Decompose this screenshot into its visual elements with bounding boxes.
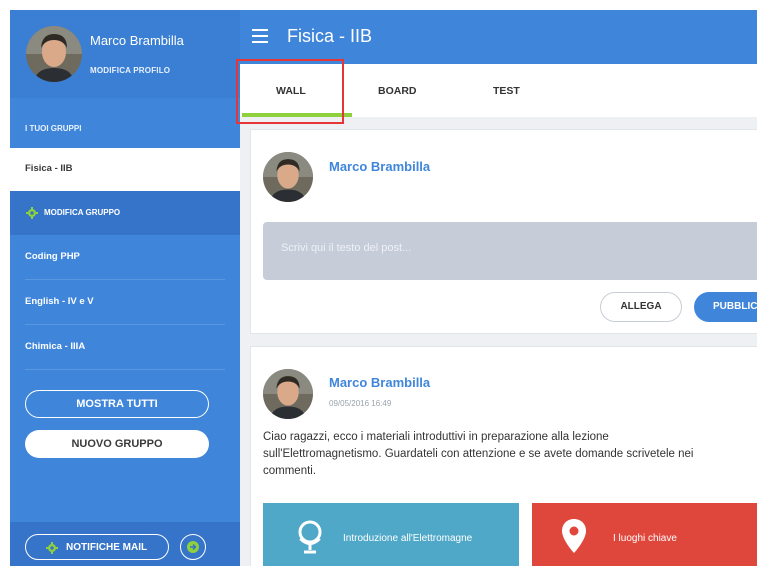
profile-name: Marco Brambilla xyxy=(90,33,184,48)
top-bar: Fisica - IIB xyxy=(240,10,757,64)
sidebar-footer: NOTIFICHE MAIL xyxy=(10,522,240,566)
post-author-name[interactable]: Marco Brambilla xyxy=(329,375,430,390)
attachment-card[interactable]: Introduzione all'Elettromagne xyxy=(263,503,519,566)
tab-test[interactable]: TEST xyxy=(493,85,520,97)
post-composer: Marco Brambilla Scrivi qui il testo del … xyxy=(250,129,757,334)
composer-author-name[interactable]: Marco Brambilla xyxy=(329,159,430,174)
post-text-input[interactable]: Scrivi qui il testo del post... xyxy=(263,222,757,280)
gear-icon xyxy=(46,542,58,554)
post-text-placeholder: Scrivi qui il testo del post... xyxy=(281,242,412,254)
profile-header: Marco Brambilla MODIFICA PROFILO xyxy=(10,10,240,98)
post-timestamp: 09/05/2016 16:49 xyxy=(329,399,392,408)
app-window: Marco Brambilla MODIFICA PROFILO I TUOI … xyxy=(10,10,757,566)
page-title: Fisica - IIB xyxy=(287,26,373,46)
show-all-button[interactable]: MOSTRA TUTTI xyxy=(25,390,209,418)
divider xyxy=(25,369,225,370)
sidebar-item-label: Chimica - IIIA xyxy=(25,341,86,352)
map-pin-icon xyxy=(562,519,586,553)
publish-button[interactable]: PUBBLICA xyxy=(694,292,757,322)
sidebar-item-coding-php[interactable]: Coding PHP xyxy=(10,235,240,280)
groups-section-label: I TUOI GRUPPI xyxy=(25,124,82,133)
edit-profile-link[interactable]: MODIFICA PROFILO xyxy=(90,66,170,75)
post-body: Ciao ragazzi, ecco i materiali introdutt… xyxy=(263,431,694,477)
logout-icon xyxy=(187,541,199,553)
attach-button[interactable]: ALLEGA xyxy=(600,292,682,322)
attachment-card[interactable]: I luoghi chiave xyxy=(532,503,757,566)
attachment-label: I luoghi chiave xyxy=(613,533,677,544)
sidebar: Marco Brambilla MODIFICA PROFILO I TUOI … xyxy=(10,10,240,566)
logout-button[interactable] xyxy=(180,534,206,560)
tab-board[interactable]: BOARD xyxy=(378,85,417,97)
sidebar-item-english[interactable]: English - IV e V xyxy=(10,280,240,325)
gear-icon xyxy=(26,207,38,219)
attachment-label: Introduzione all'Elettromagne xyxy=(343,533,473,544)
highlight-box xyxy=(236,59,344,124)
avatar xyxy=(263,152,313,202)
new-group-button[interactable]: NUOVO GRUPPO xyxy=(25,430,209,458)
sidebar-item-label: English - IV e V xyxy=(25,296,94,307)
avatar xyxy=(263,369,313,419)
mail-notifications-label: NOTIFICHE MAIL xyxy=(66,542,148,553)
globe-icon xyxy=(298,520,322,554)
edit-group-button[interactable]: MODIFICA GRUPPO xyxy=(10,191,240,235)
avatar[interactable] xyxy=(26,26,82,82)
sidebar-item-label: Coding PHP xyxy=(25,251,80,262)
sidebar-item-label: Fisica - IIB xyxy=(25,163,73,174)
wall-post: Marco Brambilla 09/05/2016 16:49 Ciao ra… xyxy=(250,346,757,566)
hamburger-icon[interactable] xyxy=(252,29,268,43)
sidebar-item-fisica-iib[interactable]: Fisica - IIB xyxy=(10,148,240,199)
sidebar-item-chimica[interactable]: Chimica - IIIA xyxy=(10,325,240,370)
edit-group-label: MODIFICA GRUPPO xyxy=(44,208,121,217)
mail-notifications-button[interactable]: NOTIFICHE MAIL xyxy=(25,534,169,560)
